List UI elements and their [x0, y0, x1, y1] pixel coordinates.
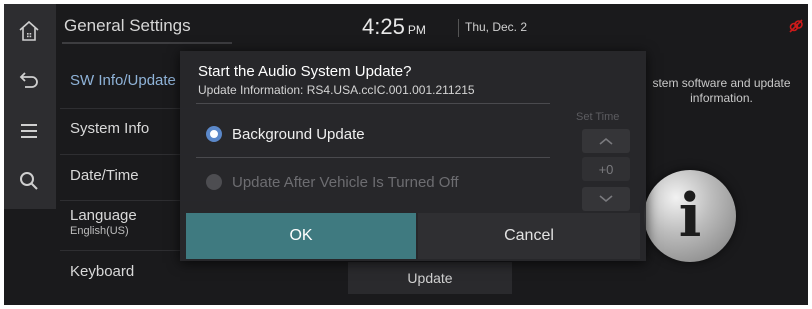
dialog-update-info: Update Information: RS4.USA.ccIC.001.001… — [198, 83, 475, 97]
date-separator — [458, 19, 459, 37]
mute-status-icon — [788, 18, 804, 34]
menu-item-label: System Info — [70, 120, 150, 137]
back-icon[interactable] — [12, 62, 46, 96]
radio-selected[interactable] — [206, 126, 222, 142]
menu-item-sublabel: English(US) — [70, 225, 129, 237]
set-time-value: +0 — [582, 157, 630, 181]
side-rail — [4, 4, 56, 209]
dialog-divider — [196, 157, 550, 158]
option-label: Update After Vehicle Is Turned Off — [232, 173, 459, 191]
update-description: stem software and update information. — [652, 76, 791, 105]
update-dialog: Start the Audio System Update? Update In… — [180, 51, 646, 261]
ok-button[interactable]: OK — [186, 213, 416, 259]
menu-icon[interactable] — [12, 114, 46, 148]
menu-item-label: SW Info/Update — [70, 72, 176, 89]
dialog-title: Start the Audio System Update? — [198, 63, 412, 80]
radio-unselected[interactable] — [206, 174, 222, 190]
page-title: General Settings — [64, 16, 191, 35]
info-icon: i — [644, 170, 736, 262]
set-time-up-button[interactable] — [582, 129, 630, 153]
title-underline — [62, 42, 232, 44]
set-time-down-button[interactable] — [582, 187, 630, 211]
home-icon[interactable] — [12, 14, 46, 48]
menu-item-date-time[interactable]: Date/Time — [70, 167, 139, 184]
date-label: Thu, Dec. 2 — [465, 20, 528, 34]
menu-item-keyboard[interactable]: Keyboard — [70, 263, 134, 280]
chevron-up-icon — [599, 137, 613, 145]
menu-item-label: Date/Time — [70, 167, 139, 184]
menu-item-label: Keyboard — [70, 263, 135, 280]
set-time-label: Set Time — [576, 111, 620, 123]
head-unit-screen: General Settings 4:25 PM Thu, Dec. 2 SW I… — [4, 4, 808, 305]
dialog-divider — [196, 103, 550, 104]
clock-time: 4:25 — [362, 14, 405, 39]
menu-item-sw-info-update[interactable]: SW Info/Update — [70, 72, 176, 89]
option-update-after-off[interactable]: Update After Vehicle Is Turned Off — [206, 171, 459, 193]
update-button[interactable]: Update — [348, 262, 512, 294]
chevron-down-icon — [599, 195, 613, 203]
cancel-button[interactable]: Cancel — [418, 213, 640, 259]
search-icon[interactable] — [12, 164, 46, 198]
option-background-update[interactable]: Background Update — [206, 123, 365, 145]
info-glyph: i — [678, 181, 702, 251]
clock-ampm: PM — [407, 23, 426, 37]
option-label: Background Update — [232, 125, 365, 143]
menu-item-label: Language — [70, 207, 137, 224]
clock: 4:25 PM — [362, 14, 426, 40]
menu-item-system-info[interactable]: System Info — [70, 120, 149, 137]
menu-item-language[interactable]: Language English(US) — [70, 207, 137, 237]
